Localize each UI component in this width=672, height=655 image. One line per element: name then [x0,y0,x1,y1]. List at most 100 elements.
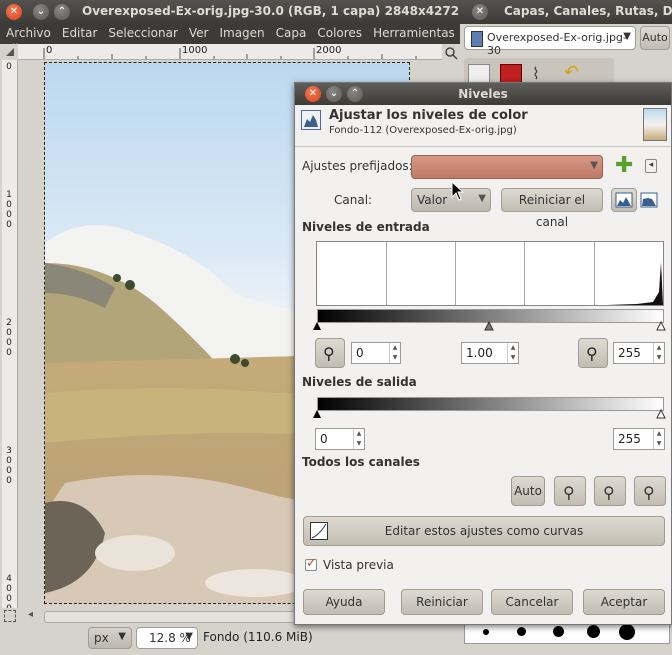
input-low-value: 0 [356,346,364,360]
channels-tab-icon[interactable] [500,64,522,84]
levels-icon [301,110,321,130]
edit-as-curves-label: Editar estos ajustes como curvas [384,524,584,538]
layers-tab-icon[interactable] [468,64,490,84]
preview-label: Vista previa [323,558,394,572]
chevron-down-icon: ▼ [118,631,126,642]
output-high-value: 255 [618,432,641,446]
ruler-h-label: 1000 [182,45,208,56]
undo-history-tab-icon[interactable]: ↶ [564,62,579,83]
reset-button[interactable]: Reiniciar [401,589,483,615]
layer-info: Fondo (110.6 MiB) [203,630,313,644]
ruler-v-label: 1000 [6,190,12,230]
dialog-subheading: Fondo-112 (Overexposed-Ex-orig.jpg) [329,125,517,136]
cancel-button[interactable]: Cancelar [491,589,573,615]
eyedropper-icon: ⚲ [603,483,615,502]
dialog-title: Niveles [458,87,508,101]
channel-value: Valor [417,193,448,207]
navigate-icon[interactable] [444,46,458,60]
edit-as-curves-button[interactable]: Editar estos ajustes como curvas [303,516,665,546]
eyedropper-icon: ⚲ [323,344,335,363]
levels-dialog: ✕ ⌄ ⌃ Niveles Ajustar los niveles de col… [294,82,672,625]
output-level-sliders[interactable] [313,408,669,420]
chevron-down-icon: ▼ [185,631,193,642]
layer-thumbnail [643,108,667,141]
accept-button[interactable]: Aceptar [583,589,665,615]
output-high-spin[interactable]: 255 ▲ ▼ [613,428,665,450]
dialog-titlebar: ✕ ⌄ ⌃ Niveles [295,83,671,105]
zoom-selector[interactable]: 12.8 % ▼ [136,627,198,649]
ruler-v-label: 0 [6,62,12,72]
eyedropper-icon: ⚲ [586,344,598,363]
input-high-value: 255 [618,346,641,360]
vertical-ruler[interactable]: 0 1000 2000 3000 4000 [2,60,18,608]
chevron-down-icon: ▼ [478,193,486,204]
input-gamma-spin[interactable]: 1.00 ▲ ▼ [461,342,519,364]
ruler-h-label: 2000 [316,45,342,56]
output-levels-heading: Niveles de salida [302,375,417,389]
pick-white-all-button[interactable]: ⚲ [634,476,666,506]
eyedropper-icon: ⚲ [643,483,655,502]
menu-bar: Archivo Editar Seleccionar Ver Imagen Capa Col… [0,24,460,56]
menu-ver[interactable]: Ver [183,24,214,40]
menu-seleccionar[interactable]: Seleccionar [102,24,182,40]
menu-capa[interactable]: Capa [270,24,312,40]
horizontal-ruler[interactable]: 0 1000 2000 [18,44,442,60]
input-low-spin[interactable]: 0 ▲ ▼ [351,342,401,364]
output-low-value: 0 [320,432,328,446]
auto-button[interactable]: Auto [640,26,670,50]
add-preset-icon[interactable]: ✚ [615,155,633,177]
output-low-spin[interactable]: 0 ▲ ▼ [315,428,365,450]
unit-selector[interactable]: px ▼ [88,627,132,649]
paths-tab-icon[interactable]: ⌇ [532,64,540,83]
menu-editar[interactable]: Editar [56,24,103,40]
pick-gray-all-button[interactable]: ⚲ [594,476,626,506]
input-levels-heading: Niveles de entrada [302,220,430,234]
presets-label: Ajustes prefijados: [302,159,413,173]
preview-checkbox[interactable]: ✓ [305,556,317,571]
spin-arrows-icon[interactable]: ▲ ▼ [353,429,364,449]
presets-menu-icon[interactable]: ◂ [645,159,657,173]
log-histogram-icon[interactable] [639,191,665,211]
image-selector[interactable]: Overexposed-Ex-orig.jpg-30 ▼ [464,26,636,57]
pick-black-all-button[interactable]: ⚲ [554,476,586,506]
ruler-h-label: 0 [46,45,53,56]
quick-mask-corner-icon[interactable] [2,44,18,60]
close-icon[interactable]: ✕ [6,4,22,20]
chevron-down-icon: ▼ [623,31,631,42]
pick-white-point-button[interactable]: ⚲ [578,338,608,368]
status-bar: px ▼ 12.8 % ▼ Fondo (110.6 MiB) [0,624,460,655]
channel-label: Canal: [334,193,373,207]
checkmark-icon: ✓ [306,556,317,571]
input-histogram [316,241,664,306]
spin-arrows-icon[interactable]: ▲ ▼ [653,343,664,363]
menu-colores[interactable]: Colores [311,24,367,40]
menu-archivo[interactable]: Archivo [0,24,56,40]
minimize-icon[interactable]: ⌄ [33,4,49,20]
presets-combo[interactable]: ▼ [411,155,603,179]
maximize-icon[interactable]: ⌃ [54,4,70,20]
all-channels-heading: Todos los canales [302,455,420,469]
spin-arrows-icon[interactable]: ▲ ▼ [389,343,400,363]
ruler-v-label: 3000 [6,446,12,486]
ruler-v-label: 4000 [6,574,12,608]
reset-channel-button[interactable]: Reiniciar el canal [501,188,603,229]
scroll-left-icon[interactable]: ◂ [28,609,33,620]
input-high-spin[interactable]: 255 ▲ ▼ [613,342,665,364]
pick-black-point-button[interactable]: ⚲ [315,338,345,368]
input-level-sliders[interactable] [313,320,669,332]
dialog-heading: Ajustar los niveles de color [329,108,528,123]
menu-herramientas[interactable]: Herramientas [367,24,460,40]
input-gamma-value: 1.00 [466,346,493,360]
eyedropper-icon: ⚲ [563,483,575,502]
unit-value: px [94,631,109,645]
help-button[interactable]: Ayuda [303,589,385,615]
close-icon[interactable]: ✕ [472,4,488,20]
auto-levels-button[interactable]: Auto [511,476,545,506]
ruler-v-label: 2000 [6,318,12,358]
spin-arrows-icon[interactable]: ▲ ▼ [653,429,664,449]
spin-arrows-icon[interactable]: ▲ ▼ [507,343,518,363]
window-title: Overexposed-Ex-orig.jpg-30.0 (RGB, 1 cap… [82,4,499,18]
linear-histogram-icon[interactable] [611,188,637,212]
menu-imagen[interactable]: Imagen [213,24,269,40]
chevron-down-icon: ▼ [590,160,598,171]
